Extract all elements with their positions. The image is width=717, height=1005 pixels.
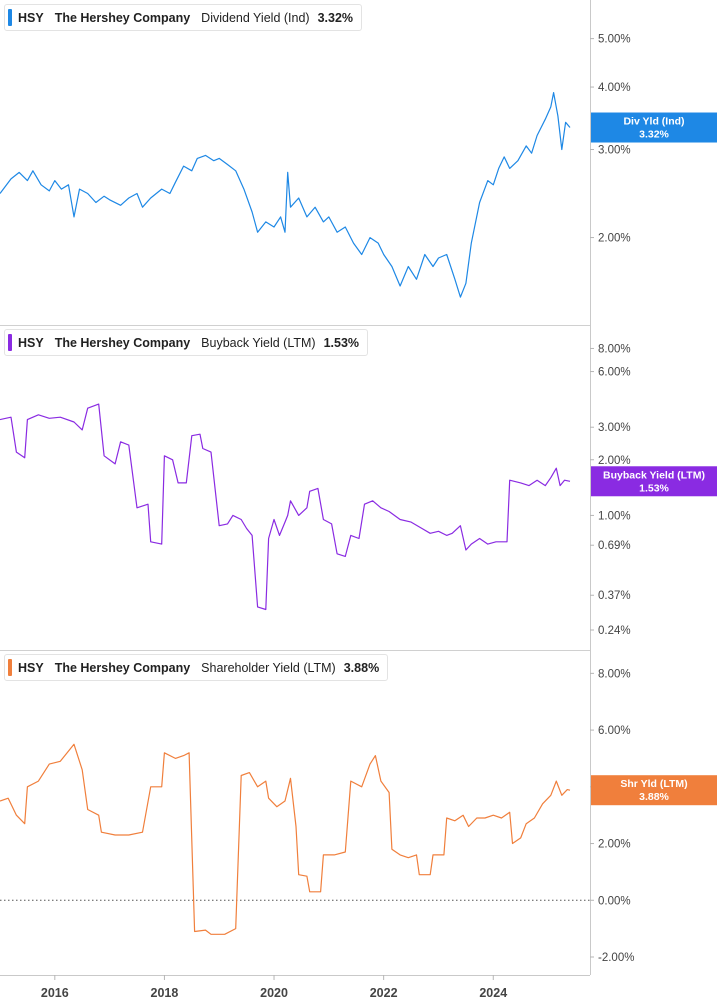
value-flag-value: 1.53% bbox=[639, 482, 669, 494]
legend-shareholder-yield: HSY The Hershey Company Shareholder Yiel… bbox=[4, 654, 389, 681]
y-tick-label: 0.37% bbox=[598, 590, 631, 602]
y-tick-label: 8.00% bbox=[598, 343, 631, 355]
y-tick-label: 0.00% bbox=[598, 895, 631, 907]
panel-dividend-yield: 5.00% 4.00% 3.00% 2.00% Div Yld (Ind)3.32% bbox=[0, 34, 717, 298]
value-flag-label: Div Yld (Ind) bbox=[623, 116, 684, 128]
legend-ticker: HSY bbox=[18, 660, 44, 675]
legend-value: 1.53% bbox=[323, 335, 360, 350]
legend-value: 3.32% bbox=[317, 10, 354, 25]
series-color-swatch bbox=[8, 9, 12, 26]
y-tick-label: 1.00% bbox=[598, 510, 631, 522]
x-tick-label: 2020 bbox=[260, 986, 288, 1000]
x-axis: 2016 2018 2020 2022 2024 bbox=[41, 975, 507, 1000]
panel-buyback-yield: 8.00% 6.00% 3.00% 2.00% 1.00% 0.69% 0.37% 0.24%… bbox=[0, 343, 717, 637]
panel-shareholder-yield: 8.00%6.00%4.00%2.00%0.00%-2.00%Shr Yld (… bbox=[0, 668, 717, 964]
series-line bbox=[0, 743, 571, 935]
series-line bbox=[0, 92, 571, 298]
x-tick-label: 2022 bbox=[370, 986, 398, 1000]
legend-metric: Dividend Yield (Ind) bbox=[201, 10, 310, 25]
legend-buyback-yield: HSY The Hershey Company Buyback Yield (L… bbox=[4, 329, 369, 356]
y-tick-label: 5.00% bbox=[598, 34, 631, 46]
x-tick-label: 2018 bbox=[151, 986, 179, 1000]
y-tick-label: 2.00% bbox=[598, 455, 631, 467]
y-tick-label: 2.00% bbox=[598, 839, 631, 851]
y-tick-label: 6.00% bbox=[598, 725, 631, 737]
series-color-swatch bbox=[8, 334, 12, 351]
y-tick-label: 0.69% bbox=[598, 540, 631, 552]
legend-company: The Hershey Company bbox=[54, 660, 191, 675]
y-tick-label: 0.24% bbox=[598, 625, 631, 637]
value-flag-value: 3.32% bbox=[639, 129, 669, 141]
y-tick-label: 2.00% bbox=[598, 233, 631, 245]
legend-company: The Hershey Company bbox=[54, 10, 191, 25]
y-tick-label: 8.00% bbox=[598, 668, 631, 680]
legend-ticker: HSY bbox=[18, 10, 44, 25]
series-line bbox=[0, 403, 571, 611]
value-flag-value: 3.88% bbox=[639, 791, 669, 803]
series-color-swatch bbox=[8, 659, 12, 676]
legend-metric: Buyback Yield (LTM) bbox=[201, 335, 316, 350]
legend-company: The Hershey Company bbox=[54, 335, 191, 350]
legend-value: 3.88% bbox=[343, 660, 380, 675]
y-tick-label: -2.00% bbox=[598, 952, 634, 964]
value-flag-label: Shr Yld (LTM) bbox=[620, 778, 687, 790]
x-tick-label: 2024 bbox=[479, 986, 507, 1000]
legend-dividend-yield: HSY The Hershey Company Dividend Yield (… bbox=[4, 4, 363, 31]
y-tick-label: 4.00% bbox=[598, 82, 631, 94]
y-tick-label: 3.00% bbox=[598, 422, 631, 434]
y-tick-label: 3.00% bbox=[598, 145, 631, 157]
x-tick-label: 2016 bbox=[41, 986, 69, 1000]
y-tick-label: 6.00% bbox=[598, 367, 631, 379]
legend-metric: Shareholder Yield (LTM) bbox=[201, 660, 336, 675]
legend-ticker: HSY bbox=[18, 335, 44, 350]
value-flag-label: Buyback Yield (LTM) bbox=[603, 469, 705, 481]
yield-chart: 5.00%4.00%3.00%2.00%Div Yld (Ind)3.32% 8… bbox=[0, 0, 717, 1000]
